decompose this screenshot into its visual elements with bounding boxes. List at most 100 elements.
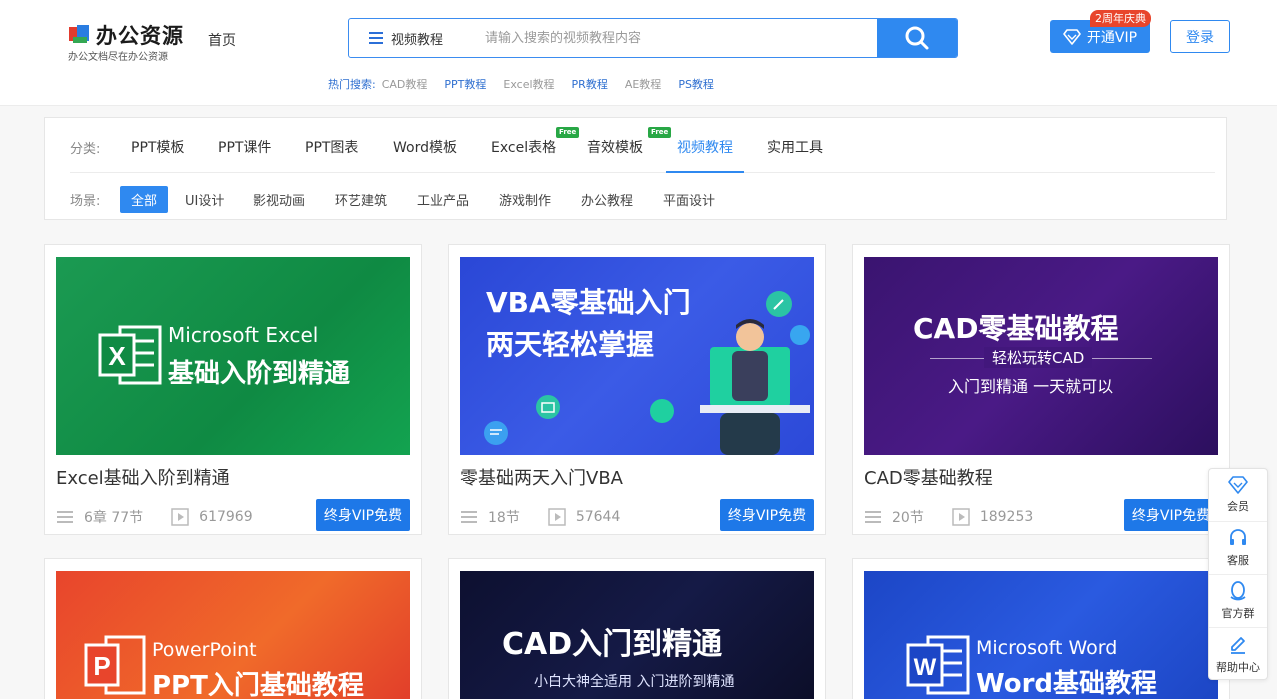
float-help-center[interactable]: 帮助中心 [1209, 628, 1267, 681]
thumb-letter: X [108, 341, 126, 371]
filter-panel: 分类: PPT模板 PPT课件 PPT图表 Word模板 Excel表格 Fre… [44, 117, 1227, 220]
free-tag: Free [648, 127, 672, 138]
course-chapters: 20节 [892, 510, 924, 526]
course-thumbnail[interactable]: W Microsoft Word Word基础教程 [864, 571, 1218, 699]
thumb-line3: 入门到精通 一天就可以 [948, 377, 1114, 396]
course-views: 57644 [575, 509, 621, 525]
float-official-group-label: 官方群 [1221, 607, 1255, 620]
hot-search-label: 热门搜索: [328, 78, 376, 91]
scene-film-animation[interactable]: 影视动画 [253, 190, 305, 209]
open-vip-label: 开通VIP [1086, 29, 1138, 46]
search-box: 视频教程 [348, 18, 958, 58]
category-video-tutorial[interactable]: 视频教程 [677, 137, 733, 157]
category-word-template[interactable]: Word模板 [393, 137, 457, 157]
search-button[interactable] [877, 19, 957, 57]
category-tools[interactable]: 实用工具 [767, 137, 823, 157]
course-title[interactable]: 零基础两天入门VBA [460, 464, 623, 490]
list-icon [57, 511, 73, 523]
course-card[interactable]: W Microsoft Word Word基础教程 [852, 558, 1230, 699]
scene-ui-design[interactable]: UI设计 [185, 190, 224, 209]
list-icon [865, 511, 881, 523]
float-member[interactable]: 会员 [1209, 469, 1267, 522]
scene-office-tutorial[interactable]: 办公教程 [581, 190, 633, 209]
folder-icon [536, 395, 560, 419]
scene-game-making[interactable]: 游戏制作 [499, 190, 551, 209]
scene-graphic-design[interactable]: 平面设计 [663, 190, 715, 209]
hot-searches: 热门搜索: CAD教程 PPT教程 Excel教程 PR教程 AE教程 PS教程 [328, 76, 731, 92]
play-icon [171, 508, 189, 526]
category-ppt-template[interactable]: PPT模板 [131, 137, 184, 157]
thumb-line1: CAD零基础教程 [913, 312, 1119, 345]
course-card[interactable]: VBA零基础入门 两天轻松掌握 零基础两天入门VBA 18节 57644 终身V… [448, 244, 826, 535]
category-audio-template[interactable]: 音效模板 [587, 137, 643, 157]
thumb-letter: P [93, 651, 110, 681]
play-icon [952, 508, 970, 526]
category-label: 分类: [70, 142, 101, 157]
thumb-line1: PowerPoint [152, 639, 257, 661]
menu-icon [369, 32, 383, 44]
hot-search-item[interactable]: PS教程 [678, 76, 714, 92]
thumb-line1: CAD入门到精通 [502, 627, 723, 662]
thumb-line2: 小白大神全适用 入门进阶到精通 [534, 674, 735, 690]
float-official-group[interactable]: 官方群 [1209, 575, 1267, 628]
scene-architecture[interactable]: 环艺建筑 [335, 190, 387, 209]
vip-free-button[interactable]: 终身VIP免费 [1124, 499, 1218, 531]
thumb-line1: VBA零基础入门 [486, 286, 691, 319]
logo-icon [69, 25, 89, 43]
course-thumbnail[interactable]: P PowerPoint PPT入门基础教程 [56, 571, 410, 699]
float-customer-service[interactable]: 客服 [1209, 522, 1267, 575]
hot-search-item[interactable]: CAD教程 [382, 76, 428, 92]
course-thumbnail[interactable]: VBA零基础入门 两天轻松掌握 [460, 257, 814, 455]
diamond-icon [1228, 476, 1248, 494]
category-ppt-chart[interactable]: PPT图表 [305, 137, 358, 157]
anniversary-badge: 2周年庆典 [1090, 10, 1151, 27]
hot-search-item[interactable]: AE教程 [625, 76, 661, 92]
category-excel-sheet[interactable]: Excel表格 [491, 137, 556, 157]
course-thumbnail[interactable]: X Microsoft Excel 基础入阶到精通 [56, 257, 410, 455]
word-logo-icon: W [906, 635, 970, 695]
hot-search-item[interactable]: PR教程 [572, 76, 608, 92]
course-title[interactable]: Excel基础入阶到精通 [56, 464, 230, 490]
course-chapters: 18节 [488, 510, 520, 526]
thumb-line2: 基础入阶到精通 [168, 359, 351, 389]
search-category-label: 视频教程 [391, 32, 444, 48]
vip-free-button[interactable]: 终身VIP免费 [316, 499, 410, 531]
category-ppt-courseware[interactable]: PPT课件 [218, 137, 271, 157]
course-card[interactable]: CAD入门到精通 小白大神全适用 入门进阶到精通 [448, 558, 826, 699]
course-card[interactable]: X Microsoft Excel 基础入阶到精通 Excel基础入阶到精通 6… [44, 244, 422, 535]
scene-industrial-product[interactable]: 工业产品 [417, 190, 469, 209]
scene-all[interactable]: 全部 [120, 186, 169, 213]
person-at-desk-illustration [650, 319, 810, 455]
headset-icon [1230, 529, 1246, 545]
hot-search-item[interactable]: PPT教程 [444, 76, 486, 92]
search-icon [905, 26, 929, 50]
search-category-select[interactable]: 视频教程 [349, 19, 469, 57]
floating-sidebar: 会员 客服 官方群 帮助中心 [1208, 468, 1268, 680]
logo-subtitle: 办公文档尽在办公资源 [68, 52, 168, 63]
thumb-line2: 两天轻松掌握 [486, 328, 655, 361]
course-meta: 18节 57644 [460, 507, 620, 527]
nav-home-link[interactable]: 首页 [208, 30, 236, 50]
course-thumbnail[interactable]: CAD零基础教程 轻松玩转CAD 入门到精通 一天就可以 [864, 257, 1218, 455]
thumb-line2: 轻松玩转CAD [984, 347, 1093, 368]
site-logo[interactable]: 办公资源 办公文档尽在办公资源 [68, 20, 183, 64]
chat-icon [484, 421, 508, 445]
course-card[interactable]: P PowerPoint PPT入门基础教程 [44, 558, 422, 699]
thumb-line1: Microsoft Excel [168, 323, 319, 347]
course-meta: 20节 189253 [864, 507, 1033, 527]
search-input[interactable] [473, 19, 873, 57]
course-chapters: 6章 77节 [84, 510, 144, 526]
edit-icon [1231, 636, 1245, 654]
course-views: 189253 [979, 509, 1034, 525]
course-title[interactable]: CAD零基础教程 [864, 464, 993, 490]
float-member-label: 会员 [1227, 500, 1249, 513]
excel-logo-icon: X [98, 325, 162, 385]
course-thumbnail[interactable]: CAD入门到精通 小白大神全适用 入门进阶到精通 [460, 571, 814, 699]
vip-free-button[interactable]: 终身VIP免费 [720, 499, 814, 531]
login-button[interactable]: 登录 [1170, 20, 1230, 53]
course-card[interactable]: CAD零基础教程 轻松玩转CAD 入门到精通 一天就可以 CAD零基础教程 20… [852, 244, 1230, 535]
qq-penguin-icon [1230, 581, 1246, 601]
float-customer-service-label: 客服 [1227, 554, 1249, 567]
active-category-underline [666, 171, 744, 173]
hot-search-item[interactable]: Excel教程 [503, 76, 554, 92]
